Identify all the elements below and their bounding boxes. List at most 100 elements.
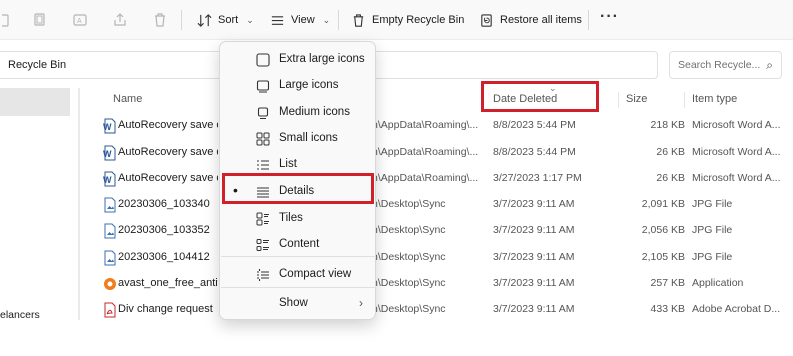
view-menu-item-tiles[interactable]: Tiles: [220, 206, 377, 232]
toolbar-divider: [588, 10, 589, 30]
restore-all-items-label: Restore all items: [500, 14, 582, 26]
original-location: n\AppData\Roaming\...: [372, 119, 479, 131]
nav-item-freelancers[interactable]: elancers: [0, 309, 40, 321]
svg-text:W: W: [103, 122, 112, 132]
command-bar: A Sort ⌄ View ⌄ Empty Recycle Bin Restor…: [0, 0, 793, 40]
toolbar-divider: [338, 10, 339, 30]
file-name: AutoRecovery save of D: [118, 119, 218, 131]
file-row[interactable]: W AutoRecovery save of D n\AppData\Roaming…: [95, 140, 793, 166]
view-menu-item-compact-view[interactable]: Compact view: [220, 262, 377, 288]
column-divider[interactable]: [684, 92, 685, 108]
item-type: Microsoft Word A...: [692, 172, 781, 184]
item-type: Microsoft Word A...: [692, 119, 781, 131]
file-row[interactable]: Div change request n\Desktop\Sync 3/7/2023…: [95, 297, 793, 323]
item-type: Microsoft Word A...: [692, 146, 781, 158]
restore-icon: [481, 13, 492, 27]
search-icon: ⌕: [766, 58, 773, 72]
file-name: 20230306_104412: [118, 251, 210, 263]
column-header-size[interactable]: Size: [626, 93, 647, 105]
view-label: View: [291, 14, 315, 26]
chevron-right-icon: ›: [359, 296, 363, 310]
original-location: n\Desktop\Sync: [372, 224, 446, 236]
image-file-icon: [103, 250, 117, 266]
word-file-icon: W: [103, 118, 117, 134]
details-highlight-box: [222, 173, 374, 204]
new-folder-icon[interactable]: [0, 10, 20, 30]
file-row[interactable]: 20230306_103352 n\Desktop\Sync 3/7/2023 9:…: [95, 218, 793, 244]
item-type: JPG File: [692, 198, 733, 210]
date-deleted: 8/8/2023 5:44 PM: [493, 146, 576, 158]
delete-icon[interactable]: [150, 10, 170, 30]
view-menu-item-label: Medium icons: [279, 106, 350, 118]
view-button[interactable]: View ⌄: [270, 8, 330, 32]
view-menu-item-label: Compact view: [279, 268, 352, 280]
file-row[interactable]: W AutoRecovery save of D n\AppData\Roaming…: [95, 113, 793, 139]
date-deleted: 3/27/2023 1:17 PM: [493, 172, 582, 184]
installer-icon: [103, 276, 117, 292]
view-menu-item-extra-large-icons[interactable]: Extra large icons: [220, 47, 377, 73]
view-menu-item-label: Small icons: [279, 132, 338, 144]
date-deleted: 3/7/2023 9:11 AM: [493, 277, 575, 289]
view-menu-item-content[interactable]: Content: [220, 232, 377, 258]
file-name: Div change request: [118, 303, 213, 315]
file-name: AutoRecovery save of D: [118, 146, 218, 158]
view-menu-item-small-icons[interactable]: Small icons: [220, 126, 377, 152]
view-menu-item-label: Large icons: [279, 79, 339, 91]
nav-selected-item[interactable]: [0, 88, 70, 116]
view-menu-item-label: Tiles: [279, 212, 303, 224]
column-header-item-type[interactable]: Item type: [692, 93, 737, 105]
copy-icon[interactable]: [30, 10, 50, 30]
file-size: 218 KB: [650, 119, 685, 131]
file-size: 2,056 KB: [641, 224, 685, 236]
file-size: 26 KB: [656, 146, 685, 158]
original-location: n\Desktop\Sync: [372, 303, 446, 315]
view-icon: [271, 15, 284, 25]
view-menu-item-label: Show: [279, 297, 308, 309]
view-menu-item-medium-icons[interactable]: Medium icons: [220, 100, 377, 126]
share-icon[interactable]: [110, 10, 130, 30]
original-location: n\AppData\Roaming\...: [372, 146, 479, 158]
empty-recycle-bin-label: Empty Recycle Bin: [372, 14, 465, 26]
more-options-icon[interactable]: ···: [600, 8, 619, 26]
list-view-icon: [256, 158, 270, 172]
date-deleted: 3/7/2023 9:11 AM: [493, 251, 575, 263]
svg-text:A: A: [77, 18, 82, 25]
sort-icon: [197, 13, 212, 27]
medium-icons-icon: [256, 106, 270, 120]
original-location: n\AppData\Roaming\...: [372, 172, 479, 184]
view-menu-item-large-icons[interactable]: Large icons: [220, 73, 377, 99]
file-name: 20230306_103340: [118, 198, 210, 210]
file-row[interactable]: W AutoRecovery save of D n\AppData\Roaming…: [95, 166, 793, 192]
item-type: JPG File: [692, 224, 733, 236]
sort-button[interactable]: Sort ⌄: [197, 8, 254, 32]
item-type: JPG File: [692, 251, 733, 263]
file-name: AutoRecovery save of D: [118, 172, 218, 184]
chevron-down-icon: ⌄: [246, 14, 254, 25]
column-divider[interactable]: [618, 92, 619, 108]
date-deleted-highlight-box: [481, 81, 599, 112]
word-file-icon: W: [103, 171, 117, 187]
search-placeholder: Search Recycle...: [678, 59, 761, 71]
nav-pane-splitter[interactable]: [78, 88, 80, 320]
svg-text:W: W: [103, 175, 112, 185]
file-row[interactable]: avast_one_free_antiviru n\Desktop\Sync 3/7…: [95, 271, 793, 297]
column-header-name[interactable]: Name: [113, 93, 142, 105]
recycle-bin-icon: [353, 13, 364, 27]
view-menu-item-show[interactable]: Show ›: [220, 291, 377, 317]
image-file-icon: [103, 197, 117, 213]
view-menu-item-label: Extra large icons: [279, 53, 365, 65]
word-file-icon: W: [103, 145, 117, 161]
address-path: Recycle Bin: [8, 59, 67, 71]
restore-all-items-button[interactable]: Restore all items: [479, 8, 582, 32]
file-row[interactable]: 20230306_104412 n\Desktop\Sync 3/7/2023 9:…: [95, 245, 793, 271]
large-icons-icon: [256, 79, 270, 93]
rename-icon[interactable]: A: [70, 10, 90, 30]
chevron-down-icon: ⌄: [322, 14, 331, 25]
date-deleted: 3/7/2023 9:11 AM: [493, 198, 575, 210]
empty-recycle-bin-button[interactable]: Empty Recycle Bin: [351, 8, 464, 32]
small-icons-icon: [256, 132, 270, 146]
original-location: n\Desktop\Sync: [372, 277, 446, 289]
item-type: Application: [692, 277, 744, 289]
search-box[interactable]: Search Recycle... ⌕: [669, 51, 782, 79]
file-row[interactable]: 20230306_103340 n\Desktop\Sync 3/7/2023 9:…: [95, 192, 793, 218]
